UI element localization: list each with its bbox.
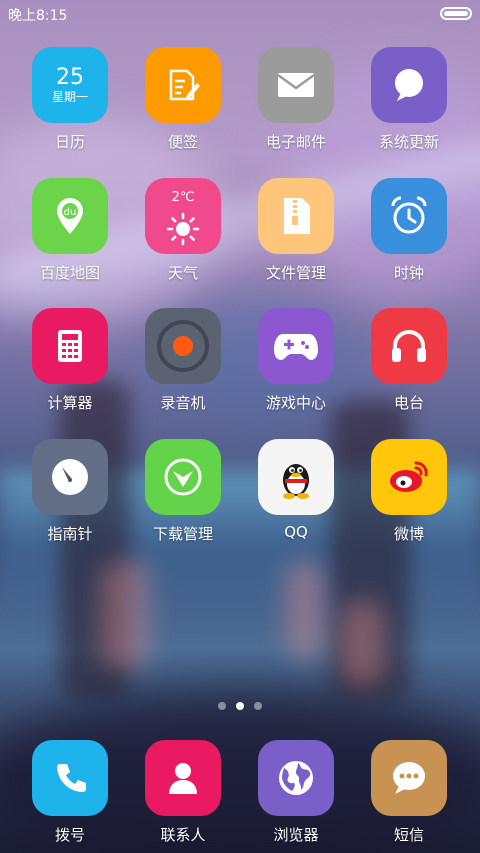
status-bar: 晚上8:15 xyxy=(0,0,480,28)
home-screen: 晚上8:15 25 星期一 日历 便签 电子邮件 系统更新 du 百度地图 2℃… xyxy=(0,0,480,853)
status-time: 晚上8:15 xyxy=(8,8,68,24)
page-dot[interactable] xyxy=(218,702,226,710)
app-label: 时钟 xyxy=(393,264,424,282)
app-label: 计算器 xyxy=(47,394,93,412)
app-label: 拨号 xyxy=(54,826,85,844)
app-label: 浏览器 xyxy=(273,826,319,844)
map-badge-text: du xyxy=(64,207,77,218)
app-file-manager[interactable]: 文件管理 xyxy=(246,178,346,283)
app-label: 天气 xyxy=(167,264,198,282)
app-label: 联系人 xyxy=(160,826,206,844)
zip-file-icon xyxy=(258,178,334,254)
app-game-center[interactable]: 游戏中心 xyxy=(246,308,346,413)
app-label: 下载管理 xyxy=(152,525,213,543)
weather-temp: 2℃ xyxy=(171,190,195,205)
app-qq[interactable]: QQ xyxy=(246,439,346,541)
app-compass[interactable]: 指南针 xyxy=(20,439,120,544)
person-icon xyxy=(145,740,221,816)
record-icon xyxy=(145,308,221,384)
app-label: 文件管理 xyxy=(265,264,326,282)
app-label: 微博 xyxy=(393,525,424,543)
page-dot[interactable] xyxy=(254,702,262,710)
calculator-icon xyxy=(32,308,108,384)
notes-icon xyxy=(145,47,221,123)
envelope-icon xyxy=(258,47,334,123)
gamepad-icon xyxy=(258,308,334,384)
dock-messages[interactable]: 短信 xyxy=(359,740,459,845)
app-calendar[interactable]: 25 星期一 日历 xyxy=(20,47,120,152)
app-system-update[interactable]: 系统更新 xyxy=(359,47,459,152)
page-indicator xyxy=(0,702,480,710)
map-pin-icon: du xyxy=(32,178,108,254)
app-clock[interactable]: 时钟 xyxy=(359,178,459,283)
app-label: 短信 xyxy=(393,826,424,844)
phone-icon xyxy=(32,740,108,816)
app-email[interactable]: 电子邮件 xyxy=(246,47,346,152)
app-weibo[interactable]: 微博 xyxy=(359,439,459,544)
app-label: 系统更新 xyxy=(378,133,439,151)
app-label: 录音机 xyxy=(160,394,206,412)
page-dot-active[interactable] xyxy=(236,702,244,710)
weibo-icon xyxy=(371,439,447,515)
qq-penguin-icon xyxy=(258,439,334,515)
app-label: 指南针 xyxy=(47,525,93,543)
calendar-icon: 25 星期一 xyxy=(32,47,108,123)
app-label: 便签 xyxy=(167,133,198,151)
app-label: 电子邮件 xyxy=(265,133,326,151)
calendar-day: 25 xyxy=(56,65,84,90)
dock-dialer[interactable]: 拨号 xyxy=(20,740,120,845)
app-radio[interactable]: 电台 xyxy=(359,308,459,413)
app-download-manager[interactable]: 下载管理 xyxy=(133,439,233,544)
message-bubble-icon xyxy=(371,740,447,816)
weather-sun-icon: 2℃ xyxy=(145,178,221,254)
app-label: 日历 xyxy=(54,133,85,151)
dock-browser[interactable]: 浏览器 xyxy=(246,740,346,845)
app-recorder[interactable]: 录音机 xyxy=(133,308,233,413)
app-label: 百度地图 xyxy=(39,264,100,282)
globe-icon xyxy=(258,740,334,816)
app-label: QQ xyxy=(284,523,308,541)
battery-icon xyxy=(440,7,472,20)
app-weather[interactable]: 2℃ 天气 xyxy=(133,178,233,283)
app-label: 电台 xyxy=(393,394,424,412)
compass-icon xyxy=(32,439,108,515)
update-balloon-icon xyxy=(371,47,447,123)
app-baidu-map[interactable]: du 百度地图 xyxy=(20,178,120,283)
download-icon xyxy=(145,439,221,515)
app-label: 游戏中心 xyxy=(265,394,326,412)
headphones-icon xyxy=(371,308,447,384)
dock-contacts[interactable]: 联系人 xyxy=(133,740,233,845)
alarm-clock-icon xyxy=(371,178,447,254)
app-calculator[interactable]: 计算器 xyxy=(20,308,120,413)
calendar-weekday: 星期一 xyxy=(51,90,88,104)
app-notes[interactable]: 便签 xyxy=(133,47,233,152)
